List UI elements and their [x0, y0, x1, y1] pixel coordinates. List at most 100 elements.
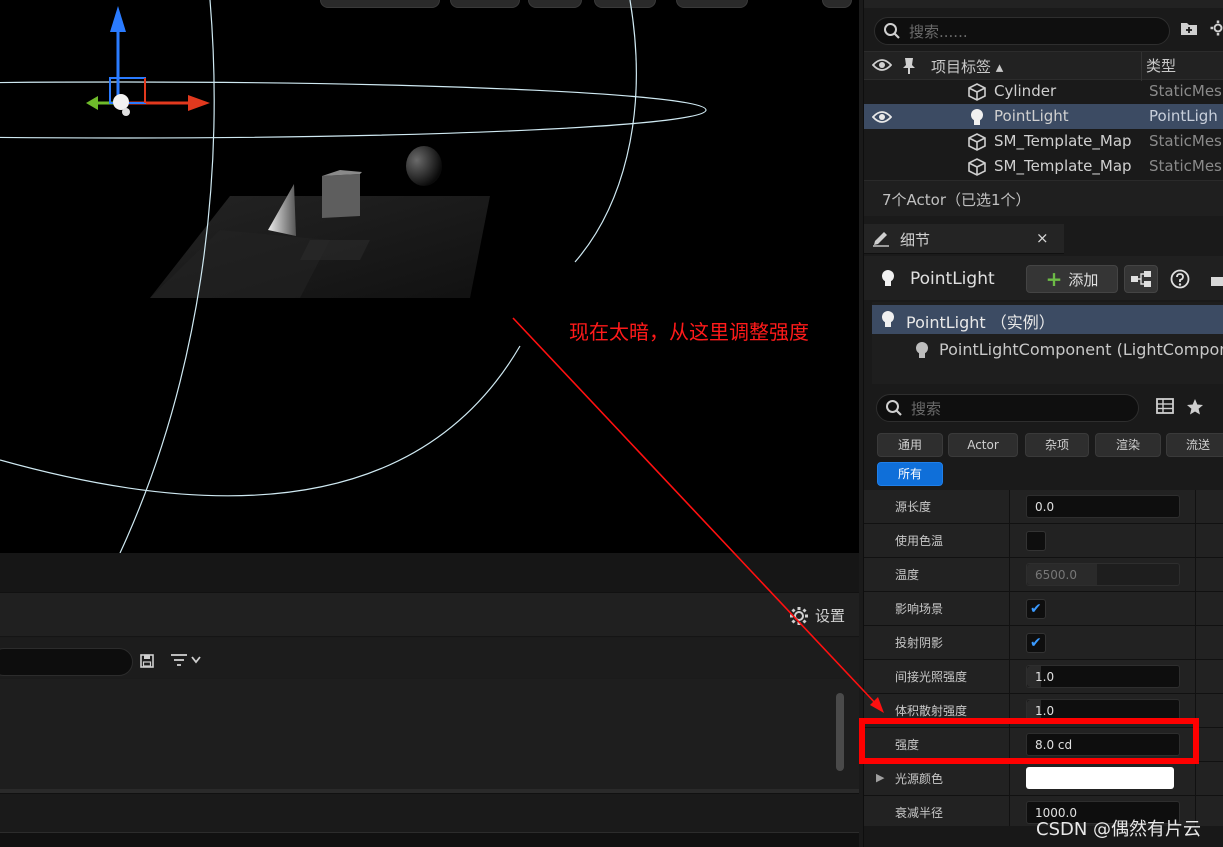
outliner-row-sm-template-map[interactable]: SM_Template_Map StaticMes [864, 129, 1223, 154]
search-icon [884, 23, 900, 39]
outliner-row-pointlight[interactable]: PointLight PointLigh [864, 104, 1223, 129]
outliner-search-input[interactable]: 搜索...... [874, 17, 1170, 45]
outliner-row-type: PointLigh [1149, 107, 1218, 125]
checkmark-icon: ✔ [1030, 601, 1042, 617]
close-icon[interactable]: × [1036, 229, 1049, 247]
temperature-input[interactable]: 6500.0 [1026, 563, 1180, 586]
light-bulb-icon [882, 311, 894, 327]
outliner-row-name: Cylinder [994, 82, 1057, 100]
sphere-mesh [406, 146, 442, 186]
viewport-status-strip [0, 553, 859, 593]
tab-details-label: 细节 [900, 231, 931, 249]
annotation-text: 现在太暗，从这里调整强度 [569, 320, 809, 344]
eye-icon[interactable] [872, 58, 892, 72]
property-label: 体积散射强度 [895, 704, 968, 718]
component-row-instance[interactable]: PointLight （实例） [872, 305, 1223, 334]
static-mesh-icon [968, 83, 986, 101]
property-row-cast-shadows: 投射阴影 ✔ [864, 626, 1223, 660]
filter-dropdown[interactable] [170, 653, 202, 667]
light-bulb-icon [916, 342, 928, 358]
intensity-highlight-box [859, 718, 1199, 764]
blueprint-button[interactable] [1124, 265, 1158, 293]
details-search-placeholder: 搜索 [911, 399, 942, 418]
add-folder-icon[interactable] [1180, 20, 1198, 36]
source-length-input[interactable]: 0.0 [1026, 495, 1180, 518]
log-scrollbar[interactable] [836, 693, 844, 771]
gear-icon[interactable] [1210, 20, 1223, 36]
settings-button[interactable]: 设置 [789, 605, 845, 626]
property-label: 源长度 [895, 500, 932, 514]
outliner-row-name: SM_Template_Map [994, 132, 1132, 150]
top-strip [864, 0, 1223, 8]
outliner-toolbar [1180, 20, 1223, 36]
property-row-indirect-intensity: 间接光照强度 1.0 [864, 660, 1223, 694]
category-button[interactable]: 渲染 [1095, 433, 1161, 457]
details-header: PointLight + 添加 [864, 256, 1223, 300]
details-search-input[interactable]: 搜索 [876, 394, 1139, 422]
category-button[interactable]: 杂项 [1025, 433, 1089, 457]
actor-count: 7个Actor（已选1个） [864, 180, 1223, 216]
category-button[interactable]: 流送 [1166, 433, 1223, 457]
column-item-label[interactable]: 项目标签 ▴ [931, 56, 1003, 77]
cube-mesh [322, 170, 362, 218]
property-list: 源长度 0.0 使用色温 温度 6500.0 影响场景 ✔ 投射阴影 ✔ 间接光… [864, 490, 1223, 830]
outliner-header: 项目标签 ▴ 类型 [864, 51, 1223, 81]
eye-icon[interactable] [872, 110, 892, 124]
property-row-light-color: ▶ 光源颜色 [864, 762, 1223, 796]
property-row-temperature: 温度 6500.0 [864, 558, 1223, 592]
star-icon[interactable] [1186, 398, 1204, 416]
light-color-swatch[interactable] [1026, 767, 1174, 789]
expand-arrow-icon[interactable]: ▶ [876, 771, 884, 784]
status-bar [0, 832, 859, 847]
indirect-intensity-input[interactable]: 1.0 [1026, 665, 1180, 688]
outliner-search-placeholder: 搜索...... [909, 22, 968, 41]
outliner-row-type: StaticMes [1149, 82, 1222, 100]
static-mesh-icon [968, 133, 986, 151]
outliner-row-cylinder[interactable]: Cylinder StaticMes [864, 79, 1223, 104]
transform-gizmo[interactable] [86, 6, 210, 116]
property-row-use-temperature: 使用色温 [864, 524, 1223, 558]
use-temperature-checkbox[interactable] [1026, 531, 1046, 551]
level-viewport[interactable] [0, 0, 859, 553]
tab-details[interactable]: 细节 × [864, 224, 1064, 254]
viewport-scene [0, 0, 707, 553]
cast-shadows-checkbox[interactable]: ✔ [1026, 633, 1046, 653]
actor-name[interactable]: PointLight [910, 269, 995, 289]
table-view-icon[interactable] [1156, 398, 1174, 414]
add-component-button[interactable]: + 添加 [1026, 265, 1118, 293]
panel-header: 设置 [0, 593, 859, 637]
log-toolbar [0, 638, 859, 678]
component-child-label: PointLightComponent (LightCompon [939, 340, 1223, 359]
column-type[interactable]: 类型 [1141, 52, 1176, 81]
gear-icon [789, 606, 808, 625]
add-label: 添加 [1068, 270, 1099, 289]
lock-icon[interactable] [1209, 269, 1223, 287]
light-bulb-icon [971, 109, 983, 125]
category-button[interactable]: Actor [948, 433, 1018, 457]
filter-icon [171, 654, 187, 666]
blueprint-icon [1131, 271, 1151, 287]
property-label: 投射阴影 [895, 636, 944, 650]
outliner-row-type: StaticMes [1149, 132, 1222, 150]
property-label: 影响场景 [895, 602, 944, 616]
pin-icon[interactable] [902, 57, 916, 75]
category-all-button[interactable]: 所有 [877, 462, 943, 486]
property-row-source-length: 源长度 0.0 [864, 490, 1223, 524]
settings-label: 设置 [814, 607, 845, 625]
checkmark-icon: ✔ [1030, 635, 1042, 651]
log-search-input[interactable] [0, 648, 133, 676]
component-instance-label: PointLight （实例） [906, 313, 1055, 332]
plus-icon: + [1045, 267, 1063, 291]
outliner-row-name: PointLight [994, 107, 1069, 125]
property-label: 间接光照强度 [895, 670, 968, 684]
category-button[interactable]: 通用 [877, 433, 943, 457]
help-icon[interactable] [1170, 269, 1190, 289]
output-log-panel: 设置 [0, 553, 859, 847]
property-row-affects-world: 影响场景 ✔ [864, 592, 1223, 626]
outliner-row-sm-template-map[interactable]: SM_Template_Map StaticMes [864, 154, 1223, 179]
save-icon[interactable] [140, 654, 154, 672]
outliner-row-type: StaticMes [1149, 157, 1222, 175]
affects-world-checkbox[interactable]: ✔ [1026, 599, 1046, 619]
property-label: 使用色温 [895, 534, 944, 548]
component-row-pointlightcomponent[interactable]: PointLightComponent (LightCompon [872, 336, 1223, 364]
